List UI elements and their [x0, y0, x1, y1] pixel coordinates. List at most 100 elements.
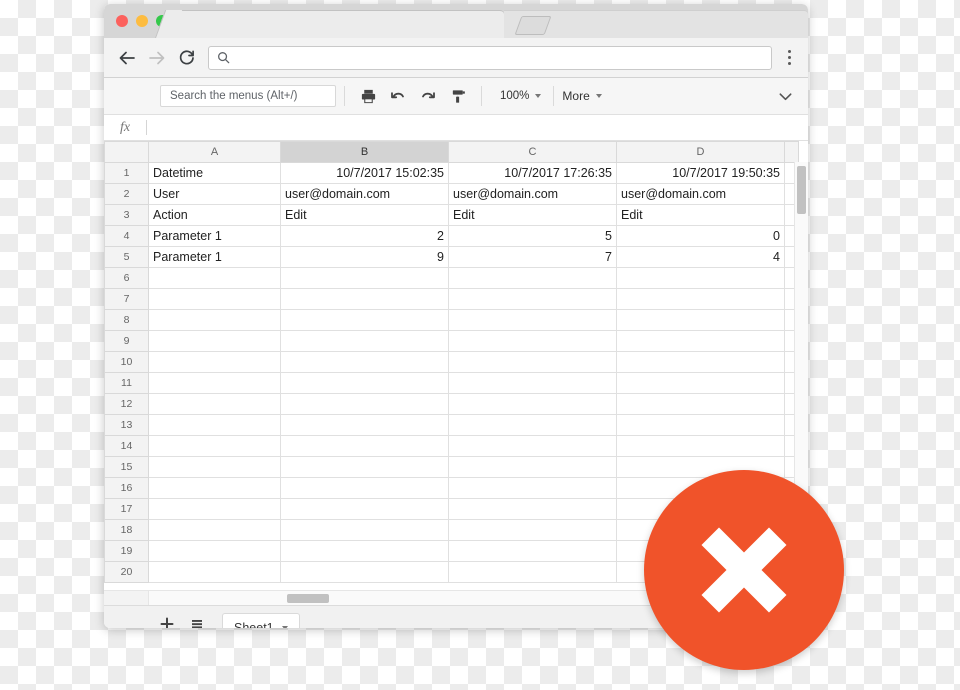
cell-C11[interactable]	[448, 372, 617, 394]
cell-A16[interactable]	[148, 477, 281, 499]
search-menus-input[interactable]	[160, 85, 336, 107]
cell-A20[interactable]	[148, 561, 281, 583]
cell-C19[interactable]	[448, 540, 617, 562]
cell-B19[interactable]	[280, 540, 449, 562]
all-sheets-button[interactable]	[182, 609, 212, 628]
cell-A14[interactable]	[148, 435, 281, 457]
cell-B18[interactable]	[280, 519, 449, 541]
cell-D2[interactable]: user@domain.com	[616, 183, 785, 205]
cell-A12[interactable]	[148, 393, 281, 415]
row-header[interactable]: 6	[104, 267, 149, 289]
cell-C1[interactable]: 10/7/2017 17:26:35	[448, 162, 617, 184]
cell-C5[interactable]: 7	[448, 246, 617, 268]
cell-D5[interactable]: 4	[616, 246, 785, 268]
row-header[interactable]: 16	[104, 477, 149, 499]
cell-D9[interactable]	[616, 330, 785, 352]
search-menus-field[interactable]	[168, 89, 328, 103]
undo-icon[interactable]	[385, 84, 411, 108]
zoom-selector[interactable]: 100%	[500, 90, 542, 102]
cell-C7[interactable]	[448, 288, 617, 310]
row-header[interactable]: 4	[104, 225, 149, 247]
cell-B12[interactable]	[280, 393, 449, 415]
browser-tab-active[interactable]	[164, 10, 504, 38]
cell-D10[interactable]	[616, 351, 785, 373]
column-header-e[interactable]	[784, 141, 799, 163]
cell-B3[interactable]: Edit	[280, 204, 449, 226]
cell-B13[interactable]	[280, 414, 449, 436]
cell-D3[interactable]: Edit	[616, 204, 785, 226]
cell-D8[interactable]	[616, 309, 785, 331]
row-header[interactable]: 17	[104, 498, 149, 520]
cell-A2[interactable]: User	[148, 183, 281, 205]
redo-icon[interactable]	[415, 84, 441, 108]
cell-C4[interactable]: 5	[448, 225, 617, 247]
collapse-toolbar-button[interactable]	[777, 88, 794, 105]
add-sheet-button[interactable]	[152, 609, 182, 628]
cell-B14[interactable]	[280, 435, 449, 457]
cell-A1[interactable]: Datetime	[148, 162, 281, 184]
cell-A15[interactable]	[148, 456, 281, 478]
row-header[interactable]: 1	[104, 162, 149, 184]
print-icon[interactable]	[355, 84, 381, 108]
close-window-button[interactable]	[116, 15, 128, 27]
address-bar-input[interactable]	[236, 49, 763, 66]
cell-A13[interactable]	[148, 414, 281, 436]
cell-A5[interactable]: Parameter 1	[148, 246, 281, 268]
cell-B1[interactable]: 10/7/2017 15:02:35	[280, 162, 449, 184]
cell-D14[interactable]	[616, 435, 785, 457]
cell-B15[interactable]	[280, 456, 449, 478]
cell-B6[interactable]	[280, 267, 449, 289]
cell-C13[interactable]	[448, 414, 617, 436]
cell-A6[interactable]	[148, 267, 281, 289]
back-arrow-icon[interactable]	[114, 45, 140, 71]
cell-D4[interactable]: 0	[616, 225, 785, 247]
cell-A3[interactable]: Action	[148, 204, 281, 226]
cell-D6[interactable]	[616, 267, 785, 289]
cell-A9[interactable]	[148, 330, 281, 352]
cell-C12[interactable]	[448, 393, 617, 415]
cell-C9[interactable]	[448, 330, 617, 352]
cell-C16[interactable]	[448, 477, 617, 499]
cell-C3[interactable]: Edit	[448, 204, 617, 226]
kebab-menu-icon[interactable]	[780, 45, 798, 71]
cell-D12[interactable]	[616, 393, 785, 415]
row-header[interactable]: 2	[104, 183, 149, 205]
paint-format-icon[interactable]	[445, 84, 471, 108]
cell-C6[interactable]	[448, 267, 617, 289]
cell-D13[interactable]	[616, 414, 785, 436]
cell-B4[interactable]: 2	[280, 225, 449, 247]
row-header[interactable]: 15	[104, 456, 149, 478]
column-header-b[interactable]: B	[280, 141, 449, 163]
cell-C8[interactable]	[448, 309, 617, 331]
cell-C15[interactable]	[448, 456, 617, 478]
cell-B9[interactable]	[280, 330, 449, 352]
row-header[interactable]: 11	[104, 372, 149, 394]
row-header[interactable]: 18	[104, 519, 149, 541]
row-header[interactable]: 14	[104, 435, 149, 457]
cell-A19[interactable]	[148, 540, 281, 562]
row-header[interactable]: 5	[104, 246, 149, 268]
select-all-corner[interactable]	[104, 141, 149, 163]
column-header-a[interactable]: A	[148, 141, 281, 163]
cell-C20[interactable]	[448, 561, 617, 583]
row-header[interactable]: 9	[104, 330, 149, 352]
cell-A7[interactable]	[148, 288, 281, 310]
cell-B5[interactable]: 9	[280, 246, 449, 268]
horizontal-scrollbar-thumb[interactable]	[287, 594, 329, 603]
more-menu-button[interactable]: More	[562, 89, 602, 103]
vertical-scrollbar-thumb[interactable]	[797, 166, 806, 214]
cell-C17[interactable]	[448, 498, 617, 520]
row-header[interactable]: 8	[104, 309, 149, 331]
cell-B17[interactable]	[280, 498, 449, 520]
cell-B7[interactable]	[280, 288, 449, 310]
cell-A18[interactable]	[148, 519, 281, 541]
cell-C18[interactable]	[448, 519, 617, 541]
cell-C2[interactable]: user@domain.com	[448, 183, 617, 205]
cell-C10[interactable]	[448, 351, 617, 373]
cell-A10[interactable]	[148, 351, 281, 373]
cell-D7[interactable]	[616, 288, 785, 310]
cell-B8[interactable]	[280, 309, 449, 331]
row-header[interactable]: 7	[104, 288, 149, 310]
cell-B16[interactable]	[280, 477, 449, 499]
cell-A11[interactable]	[148, 372, 281, 394]
